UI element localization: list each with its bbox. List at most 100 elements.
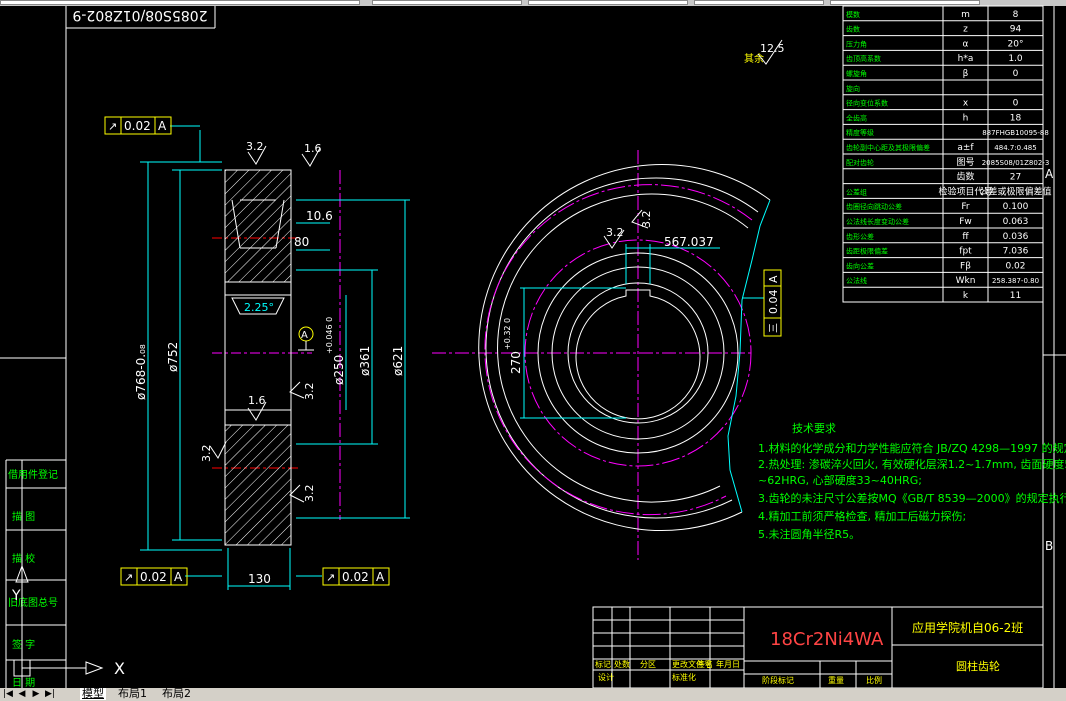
param-cell-4-1: β bbox=[963, 69, 969, 79]
title-row-label-2: 处数 bbox=[614, 659, 630, 669]
rough-mid: 1.6 bbox=[248, 394, 266, 407]
tech-requirements: 技术要求 1.材料的化学成分和力学性能应符合 JB/ZQ 4298—1997 的… bbox=[758, 422, 1066, 541]
param-cell-16-2: 7.036 bbox=[1003, 247, 1029, 257]
param-cell-14-0: 公法线长度变动公差 bbox=[846, 217, 909, 226]
layout-tab-bar: |◀ ◀ ▶ ▶| 模型 布局1 布局2 bbox=[0, 688, 1066, 701]
dim-567: 567.037 bbox=[664, 235, 714, 249]
gdt-side-datum: A bbox=[767, 275, 780, 283]
title-row-label-5: 签名 bbox=[697, 659, 713, 669]
tab-layout2[interactable]: 布局2 bbox=[160, 688, 193, 700]
dim-250-tol: +0.046 0 bbox=[325, 317, 334, 354]
default-roughness-value: 12.5 bbox=[760, 42, 785, 55]
param-cell-12-0: 公差组 bbox=[846, 187, 867, 196]
rough-r2: 3.2 bbox=[303, 485, 316, 503]
title-block: 18Cr2Ni4WA 应用学院机自06-2班 圆柱齿轮 标记 处数 分区 更改文… bbox=[592, 606, 1044, 688]
param-cell-18-1: Wkn bbox=[956, 276, 976, 286]
gdt-bl-datum: A bbox=[174, 570, 183, 584]
gdt-br-tol: 0.02 bbox=[342, 570, 369, 584]
param-cell-19-2: 11 bbox=[1010, 291, 1021, 301]
dim-768: ø768-0.₀₈ bbox=[134, 344, 148, 400]
tech-item-4: 3.齿轮的未注尺寸公差按MQ《GB/T 8539—2000》的规定执行; bbox=[758, 491, 1066, 505]
param-cell-17-2: 0.02 bbox=[1005, 261, 1025, 271]
dim-361: ø361 bbox=[358, 346, 372, 376]
tab-model[interactable]: 模型 bbox=[80, 688, 106, 700]
param-cell-18-2: 258.387-0.80 bbox=[992, 277, 1039, 285]
param-cell-5-0: 旋向 bbox=[846, 84, 860, 93]
tech-item-1: 1.材料的化学成分和力学性能应符合 JB/ZQ 4298—1997 的规定; bbox=[758, 441, 1066, 455]
param-cell-16-1: fpt bbox=[959, 247, 972, 257]
param-cell-17-0: 齿向公差 bbox=[846, 261, 874, 270]
param-cell-0-2: 8 bbox=[1013, 10, 1019, 20]
param-cell-6-2: 0 bbox=[1013, 99, 1019, 109]
dim-130: 130 bbox=[248, 572, 271, 586]
left-border-labels: 借用件登记 描 图 描 校 旧底图总号 签 字 日 期 bbox=[8, 468, 58, 688]
tech-item-5: 4.精加工前须严格检查, 精加工后磁力探伤; bbox=[758, 509, 966, 523]
param-cell-10-0: 配对齿轮 bbox=[846, 158, 874, 167]
datum-a-label: A bbox=[301, 330, 308, 341]
label-borrowed: 借用件登记 bbox=[8, 468, 58, 481]
rough-left: 3.2 bbox=[200, 445, 213, 463]
param-cell-13-2: 0.100 bbox=[1003, 202, 1029, 212]
title-row-label-6: 年月日 bbox=[716, 659, 740, 669]
param-cell-15-1: ff bbox=[962, 232, 969, 242]
tech-item-2: 2.热处理: 渗碳淬火回火, 有效硬化层深1.2~1.7mm, 齿面硬度58 bbox=[758, 457, 1066, 471]
param-cell-7-0: 全齿高 bbox=[846, 113, 867, 122]
gdt-bottom-left: ↗ 0.02 A bbox=[120, 567, 188, 586]
param-cell-14-1: Fw bbox=[959, 217, 972, 227]
dim-752: ø752 bbox=[166, 342, 180, 372]
dim-80: 80 bbox=[294, 235, 309, 249]
drawing-number: 2085S08/01Z802-9 bbox=[72, 7, 207, 23]
title-scale-label: 比例 bbox=[866, 675, 882, 685]
param-cell-13-0: 齿圈径向跳动公差 bbox=[846, 202, 902, 211]
tech-item-3: ~62HRG, 心部硬度33~40HRG; bbox=[758, 473, 922, 487]
title-row2-label-1: 设计 bbox=[598, 672, 614, 682]
param-cell-16-0: 齿距极限偏差 bbox=[846, 247, 888, 256]
zone-label-a: A bbox=[1045, 167, 1054, 181]
key-rough-2: 3.2 bbox=[640, 211, 653, 229]
rough-r1: 3.2 bbox=[303, 383, 316, 401]
label-check: 描 校 bbox=[12, 552, 35, 565]
title-material: 18Cr2Ni4WA bbox=[770, 629, 884, 650]
title-company: 应用学院机自06-2班 bbox=[912, 620, 1023, 635]
drawing-canvas[interactable]: 2085S08/01Z802-9 借用件登记 描 图 描 校 旧底图总号 签 字… bbox=[0, 0, 1066, 688]
gdt-top-datum: A bbox=[158, 119, 167, 133]
param-cell-9-1: a±f bbox=[957, 143, 974, 153]
dim-10-6: 10.6 bbox=[306, 209, 333, 223]
param-cell-4-2: 0 bbox=[1013, 69, 1019, 79]
gdt-top-tol: 0.02 bbox=[124, 119, 151, 133]
dim-270: 270 bbox=[509, 351, 523, 374]
title-weight-label: 重量 bbox=[828, 675, 844, 685]
section-view: 10.6 80 2.25° 130 ø768-0.₀₈ ø752 ø250 +0… bbox=[104, 116, 410, 590]
tab-layout1[interactable]: 布局1 bbox=[116, 688, 149, 700]
label-date: 日 期 bbox=[12, 677, 35, 688]
rough-top-b: 1.6 bbox=[304, 142, 322, 155]
param-cell-2-0: 压力角 bbox=[846, 39, 867, 48]
default-roughness: 其余 12.5 bbox=[744, 39, 785, 65]
key-rough-1: 3.2 bbox=[606, 226, 624, 239]
gdt-side-tol: 0.04 bbox=[767, 290, 780, 315]
tech-title: 技术要求 bbox=[792, 422, 836, 435]
title-row2-label-3: 标准化 bbox=[672, 672, 696, 682]
dim-chamfer: 2.25° bbox=[244, 301, 274, 314]
drawing-frame bbox=[0, 6, 1066, 688]
datum-a-symbol: A bbox=[298, 326, 314, 351]
gdt-br-datum: A bbox=[376, 570, 385, 584]
param-cell-15-2: 0.036 bbox=[1003, 232, 1029, 242]
param-cell-12-2: 公差或极限偏差值 bbox=[979, 185, 1051, 197]
gdt-top-symbol: ↗ bbox=[108, 120, 117, 133]
first-tab-icon[interactable]: |◀ bbox=[2, 689, 14, 699]
param-cell-7-1: h bbox=[963, 113, 969, 123]
param-cell-10-1: 图号 bbox=[956, 157, 974, 168]
gdt-bottom-right: ↗ 0.02 A bbox=[322, 567, 390, 586]
param-cell-0-1: m bbox=[961, 10, 970, 20]
param-cell-7-2: 18 bbox=[1010, 113, 1022, 123]
param-cell-17-1: Fβ bbox=[960, 261, 971, 271]
param-cell-8-2: 887FHGB10095-88 bbox=[982, 129, 1049, 137]
title-row-label-3: 分区 bbox=[640, 660, 656, 669]
param-cell-1-1: z bbox=[963, 25, 968, 35]
next-tab-icon[interactable]: ▶ bbox=[30, 689, 42, 699]
param-cell-3-2: 1.0 bbox=[1008, 54, 1023, 64]
last-tab-icon[interactable]: ▶| bbox=[44, 689, 56, 699]
prev-tab-icon[interactable]: ◀ bbox=[16, 689, 28, 699]
ucs-y-label: Y bbox=[11, 588, 21, 604]
